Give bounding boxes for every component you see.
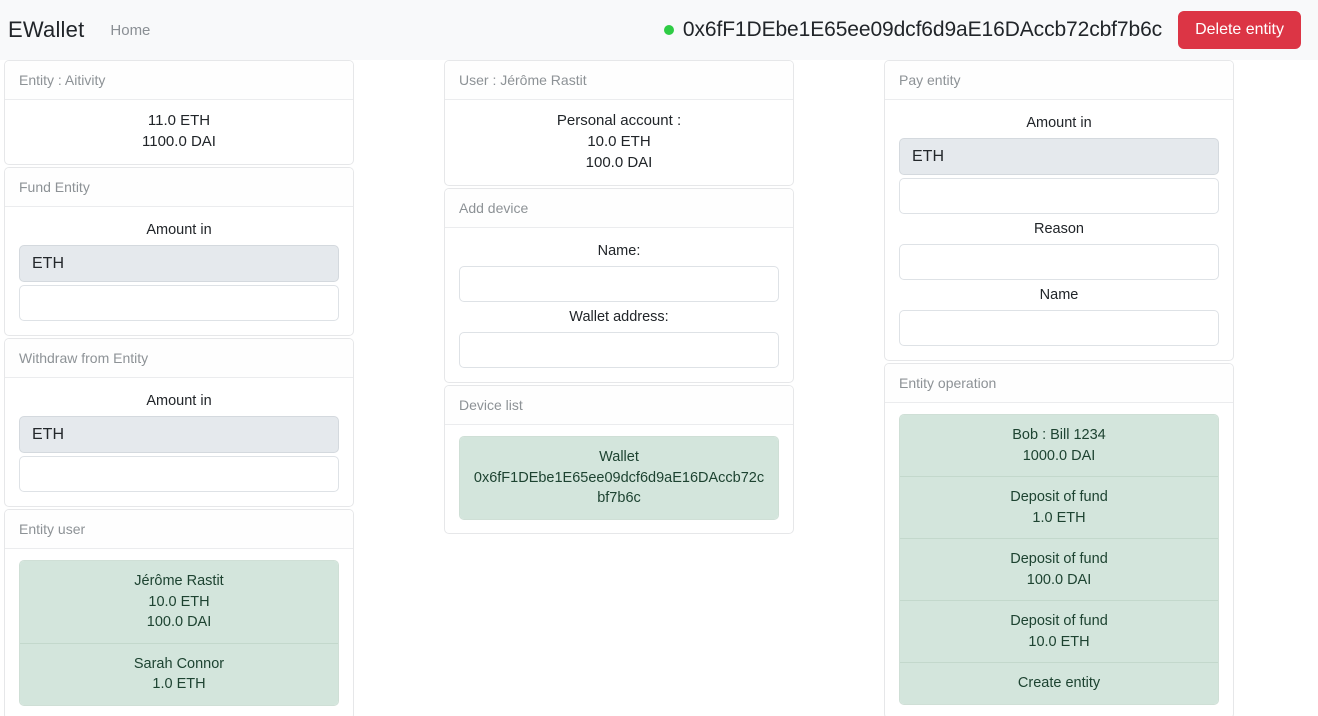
entity-user-list: Jérôme Rastit 10.0 ETH 100.0 DAI Sarah C… — [19, 560, 339, 706]
operation-amount: 1.0 ETH — [1032, 509, 1086, 526]
pay-amount-label: Amount in — [1026, 115, 1092, 131]
entity-user-name: Jérôme Rastit — [134, 573, 224, 589]
fund-entity-body: Amount in ETH — [5, 207, 353, 335]
device-label: Wallet — [599, 449, 639, 465]
pay-name-input[interactable] — [899, 310, 1219, 346]
right-column: Pay entity Amount in ETH Reason Name Ent… — [884, 60, 1234, 716]
pay-reason-input[interactable] — [899, 244, 1219, 280]
list-item[interactable]: Jérôme Rastit 10.0 ETH 100.0 DAI — [20, 561, 338, 644]
add-device-body: Name: Wallet address: — [445, 228, 793, 382]
pay-reason-label: Reason — [1034, 221, 1084, 237]
withdraw-entity-body: Amount in ETH — [5, 378, 353, 506]
user-summary-title: User : Jérôme Rastit — [445, 61, 793, 100]
fund-amount-input[interactable] — [19, 285, 339, 321]
wallet-address-label-field: Wallet address: — [569, 309, 669, 325]
withdraw-amount-label: Amount in — [146, 393, 212, 409]
user-balance-dai: 100.0 DAI — [585, 154, 653, 171]
list-item[interactable]: Sarah Connor 1.0 ETH — [20, 643, 338, 705]
operation-amount: 100.0 DAI — [1026, 571, 1092, 588]
entity-operation-card: Entity operation Bob : Bill 1234 1000.0 … — [884, 363, 1234, 716]
entity-user-eth: 1.0 ETH — [152, 676, 206, 692]
main-content: Entity : Aitivity 11.0 ETH 1100.0 DAI Fu… — [0, 60, 1318, 716]
user-summary-card: User : Jérôme Rastit Personal account : … — [444, 60, 794, 186]
top-navbar: EWallet Home 0x6fF1DEbe1E65ee09dcf6d9aE1… — [0, 0, 1318, 60]
pay-name-label: Name — [1039, 287, 1079, 303]
device-list-body: Wallet 0x6fF1DEbe1E65ee09dcf6d9aE16DAccb… — [445, 425, 793, 533]
withdraw-entity-title: Withdraw from Entity — [5, 339, 353, 378]
device-address: 0x6fF1DEbe1E65ee09dcf6d9aE16DAccb72cbf7b… — [473, 469, 765, 507]
device-list: Wallet 0x6fF1DEbe1E65ee09dcf6d9aE16DAccb… — [459, 436, 779, 520]
wallet-address-label: 0x6fF1DEbe1E65ee09dcf6d9aE16DAccb72cbf7b… — [682, 18, 1163, 41]
user-summary-body: Personal account : 10.0 ETH 100.0 DAI — [445, 100, 793, 185]
personal-account-label: Personal account : — [556, 112, 682, 129]
device-list-card: Device list Wallet 0x6fF1DEbe1E65ee09dcf… — [444, 385, 794, 534]
app-brand: EWallet — [8, 17, 85, 42]
pay-amount-input[interactable] — [899, 178, 1219, 214]
list-item[interactable]: Bob : Bill 1234 1000.0 DAI — [900, 415, 1218, 477]
list-item[interactable]: Create entity — [900, 663, 1218, 704]
operation-title: Create entity — [1017, 675, 1101, 691]
operation-amount: 10.0 ETH — [1028, 633, 1090, 650]
entity-balance-eth: 11.0 ETH — [147, 112, 211, 129]
fund-entity-title: Fund Entity — [5, 168, 353, 207]
entity-summary-body: 11.0 ETH 1100.0 DAI — [5, 100, 353, 164]
operation-title: Bob : Bill 1234 — [1012, 427, 1106, 443]
withdraw-currency-select[interactable]: ETH — [19, 416, 339, 453]
fund-entity-card: Fund Entity Amount in ETH — [4, 167, 354, 336]
entity-user-card: Entity user Jérôme Rastit 10.0 ETH 100.0… — [4, 509, 354, 716]
entity-operation-list: Bob : Bill 1234 1000.0 DAI Deposit of fu… — [899, 414, 1219, 705]
entity-user-body: Jérôme Rastit 10.0 ETH 100.0 DAI Sarah C… — [5, 549, 353, 716]
entity-user-name: Sarah Connor — [133, 655, 225, 672]
nav-link-home[interactable]: Home — [110, 22, 150, 39]
middle-column: User : Jérôme Rastit Personal account : … — [444, 60, 794, 716]
delete-entity-button[interactable]: Delete entity — [1178, 11, 1301, 49]
navbar-right-group: 0x6fF1DEbe1E65ee09dcf6d9aE16DAccb72cbf7b… — [663, 11, 1301, 49]
list-item[interactable]: Deposit of fund 1.0 ETH — [900, 477, 1218, 539]
left-column: Entity : Aitivity 11.0 ETH 1100.0 DAI Fu… — [4, 60, 354, 716]
pay-entity-body: Amount in ETH Reason Name — [885, 100, 1233, 360]
withdraw-amount-input[interactable] — [19, 456, 339, 492]
connection-status-dot-icon — [663, 25, 674, 35]
operation-title: Deposit of fund — [1010, 613, 1108, 629]
entity-user-eth: 10.0 ETH — [148, 593, 210, 610]
entity-user-title: Entity user — [5, 510, 353, 549]
entity-operation-title: Entity operation — [885, 364, 1233, 403]
list-item[interactable]: Wallet 0x6fF1DEbe1E65ee09dcf6d9aE16DAccb… — [460, 437, 778, 519]
user-balance-eth: 10.0 ETH — [587, 133, 651, 150]
add-device-title: Add device — [445, 189, 793, 228]
entity-summary-title: Entity : Aitivity — [5, 61, 353, 100]
device-name-input[interactable] — [459, 266, 779, 302]
pay-entity-card: Pay entity Amount in ETH Reason Name — [884, 60, 1234, 361]
wallet-address-input[interactable] — [459, 332, 779, 368]
list-item[interactable]: Deposit of fund 10.0 ETH — [900, 601, 1218, 663]
entity-user-dai: 100.0 DAI — [146, 614, 212, 630]
device-name-label: Name: — [597, 243, 641, 259]
operation-title: Deposit of fund — [1010, 489, 1108, 505]
withdraw-entity-card: Withdraw from Entity Amount in ETH — [4, 338, 354, 507]
device-list-title: Device list — [445, 386, 793, 425]
entity-balance-dai: 1100.0 DAI — [142, 133, 216, 150]
operation-title: Deposit of fund — [1010, 551, 1108, 567]
list-item[interactable]: Deposit of fund 100.0 DAI — [900, 539, 1218, 601]
fund-amount-label: Amount in — [146, 222, 212, 238]
operation-amount: 1000.0 DAI — [1022, 447, 1096, 464]
add-device-card: Add device Name: Wallet address: — [444, 188, 794, 383]
fund-currency-select[interactable]: ETH — [19, 245, 339, 282]
entity-summary-card: Entity : Aitivity 11.0 ETH 1100.0 DAI — [4, 60, 354, 165]
pay-currency-select[interactable]: ETH — [899, 138, 1219, 175]
pay-entity-title: Pay entity — [885, 61, 1233, 100]
entity-operation-body: Bob : Bill 1234 1000.0 DAI Deposit of fu… — [885, 403, 1233, 716]
